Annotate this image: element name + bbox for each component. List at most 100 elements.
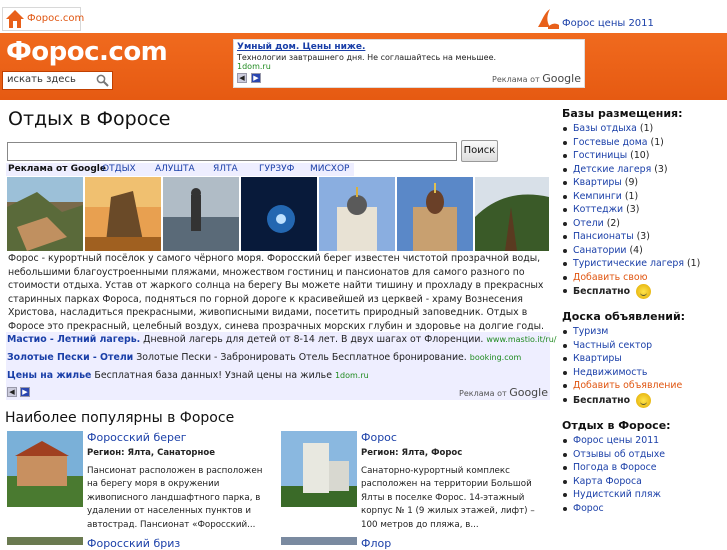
tab-mishor[interactable]: МИСХОР — [310, 164, 349, 174]
free-item: Бесплатно — [563, 392, 682, 411]
list-item: Гостиницы (10) — [563, 149, 700, 163]
text-ad-url[interactable]: booking.com — [470, 353, 522, 362]
list-item: Форос цены 2011 — [563, 434, 665, 448]
add-own-link[interactable]: Добавить свою — [573, 272, 647, 283]
search-placeholder: искать здесь — [7, 74, 76, 85]
photo-statue[interactable] — [163, 177, 239, 251]
search-input[interactable] — [7, 142, 457, 161]
list-item: Гостевые дома (1) — [563, 136, 700, 150]
smiley-icon — [636, 284, 652, 299]
ads-by-google-bottom[interactable]: Реклама от Google — [459, 386, 548, 399]
hotel-region: Регион: Ялта, Форос — [361, 448, 463, 458]
hotel-photo[interactable] — [281, 431, 357, 507]
list-item: Недвижимость — [563, 366, 682, 380]
search-icon[interactable] — [96, 74, 109, 87]
list-item: Пансионаты (3) — [563, 230, 700, 244]
list-item: Частный сектор — [563, 339, 682, 353]
ads-label: Реклама от Google — [8, 164, 106, 174]
photo-church-1[interactable] — [319, 177, 395, 251]
header: Форос.com искать здесь Умный дом. Цены н… — [0, 33, 727, 100]
search-button[interactable]: Поиск — [461, 140, 498, 162]
text-ad: Мастио - Летний лагерь. Дневной лагерь д… — [7, 334, 556, 345]
list-item: Нудистский пляж — [563, 488, 665, 502]
top-right-promo: Форос цены 2011 — [534, 7, 727, 31]
hotel-title[interactable]: Флор — [361, 537, 391, 550]
photo-church-2[interactable] — [397, 177, 473, 251]
smiley-icon — [636, 392, 652, 408]
photo-strip — [7, 177, 549, 251]
page-title: Отдых в Форосе — [8, 108, 171, 130]
photo-night[interactable] — [241, 177, 317, 251]
site-search-input[interactable]: искать здесь — [2, 71, 113, 90]
brand-title[interactable]: Форос.com — [6, 37, 168, 67]
house-icon — [6, 10, 24, 28]
text-ad-url[interactable]: www.mastio.it/ru/ — [486, 335, 556, 344]
hotel-card: Форосский бриз — [7, 537, 272, 550]
text-ad-desc: Дневной лагерь для детей от 8-14 лет. В … — [143, 334, 484, 345]
hotel-desc: Санаторно-курортный комплекс расположен … — [361, 466, 535, 530]
list-item: Детские лагеря (3) — [563, 163, 700, 177]
hotel-photo[interactable] — [7, 431, 83, 507]
text-ad-title[interactable]: Мастио - Летний лагерь. — [7, 334, 140, 345]
ads-prev-icon[interactable]: ◀ — [7, 387, 17, 397]
photo-coast[interactable] — [7, 177, 83, 251]
tab-gurzuf[interactable]: ГУРЗУФ — [259, 164, 294, 174]
ad-next-icon[interactable]: ▶ — [251, 73, 261, 83]
text-ad-url[interactable]: 1dom.ru — [335, 371, 369, 380]
text-ads-block: Мастио - Летний лагерь. Дневной лагерь д… — [6, 332, 556, 400]
tab-otdyh[interactable]: ОТДЫХ — [102, 164, 136, 174]
hotel-region: Регион: Ялта, Санаторное — [87, 448, 215, 458]
list-item: Карта Фороса — [563, 475, 665, 489]
list-item: Туризм — [563, 325, 682, 339]
main-content: Отдых в Форосе Поиск Реклама от Google О… — [0, 100, 556, 550]
hotel-card: Форос Регион: Ялта, Форос Санаторно-куро… — [281, 431, 546, 541]
hotel-card: Форосский берег Регион: Ялта, Санаторное… — [7, 431, 272, 541]
rest-title: Отдых в Форосе: — [562, 419, 671, 432]
text-ad-title[interactable]: Золотые Пески - Отели — [7, 352, 133, 363]
list-item: Туристические лагеря (1) — [563, 257, 700, 271]
text-ad: Золотые Пески - Отели Золотые Пески - За… — [7, 352, 521, 363]
list-item: Базы отдыха (1) — [563, 122, 700, 136]
site-logo-small[interactable]: Форос.com — [2, 7, 85, 31]
logo-small-text: Форос.com — [27, 13, 85, 24]
bases-list: Базы отдыха (1) Гостевые дома (1) Гостин… — [563, 122, 700, 302]
list-item: Отели (2) — [563, 217, 700, 231]
text-ad: Цены на жилье Бесплатная база данных! Уз… — [7, 370, 369, 381]
ad-links-bar: Реклама от Google ОТДЫХ АЛУШТА ЯЛТА ГУРЗ… — [6, 163, 354, 176]
intro-text: Форос - курортный посёлок у самого чёрно… — [8, 253, 544, 332]
sidebar: Базы размещения: Базы отдыха (1) Гостевы… — [555, 100, 727, 545]
list-item: Кемпинги (1) — [563, 190, 700, 204]
list-item: Погода в Форосе — [563, 461, 665, 475]
bases-title: Базы размещения: — [562, 107, 683, 120]
photo-cliff[interactable] — [85, 177, 161, 251]
free-item: Бесплатно — [563, 284, 700, 302]
list-item: Форос — [563, 502, 665, 516]
header-ad-title[interactable]: Умный дом. Цены ниже. — [237, 42, 581, 52]
text-ad-title[interactable]: Цены на жилье — [7, 370, 91, 381]
board-title: Доска объявлений: — [562, 310, 686, 323]
add-own-item: Добавить свою — [563, 271, 700, 285]
ads-next-icon[interactable]: ▶ — [20, 387, 30, 397]
ad-prev-icon[interactable]: ◀ — [237, 73, 247, 83]
list-item: Отзывы об отдыхе — [563, 448, 665, 462]
tab-yalta[interactable]: ЯЛТА — [213, 164, 238, 174]
top-prices-link[interactable]: Форос цены 2011 — [562, 18, 654, 29]
photo-tree[interactable] — [475, 177, 549, 251]
top-bar: Форос.com Форос цены 2011 — [0, 0, 727, 33]
board-list: Туризм Частный сектор Квартиры Недвижимо… — [563, 325, 682, 411]
hotel-title[interactable]: Форосский бриз — [87, 537, 180, 550]
header-ad: Умный дом. Цены ниже. Технологии завтраш… — [233, 39, 585, 88]
tab-alushta[interactable]: АЛУШТА — [155, 164, 195, 174]
hotel-desc: Пансионат расположен в расположен на бер… — [87, 466, 263, 530]
popular-title: Наиболее популярны в Форосе — [5, 410, 235, 426]
list-item: Квартиры — [563, 352, 682, 366]
hotel-title[interactable]: Форосский берег — [87, 431, 187, 444]
ads-by-google[interactable]: Реклама от Google — [492, 72, 581, 85]
list-item: Квартиры (9) — [563, 176, 700, 190]
text-ad-desc: Бесплатная база данных! Узнай цены на жи… — [94, 370, 332, 381]
hotel-title[interactable]: Форос — [361, 431, 397, 444]
list-item: Коттеджи (3) — [563, 203, 700, 217]
rest-list: Форос цены 2011 Отзывы об отдыхе Погода … — [563, 434, 665, 515]
add-ad-link[interactable]: Добавить объявление — [573, 380, 682, 391]
header-ad-url[interactable]: 1dom.ru — [237, 62, 581, 71]
